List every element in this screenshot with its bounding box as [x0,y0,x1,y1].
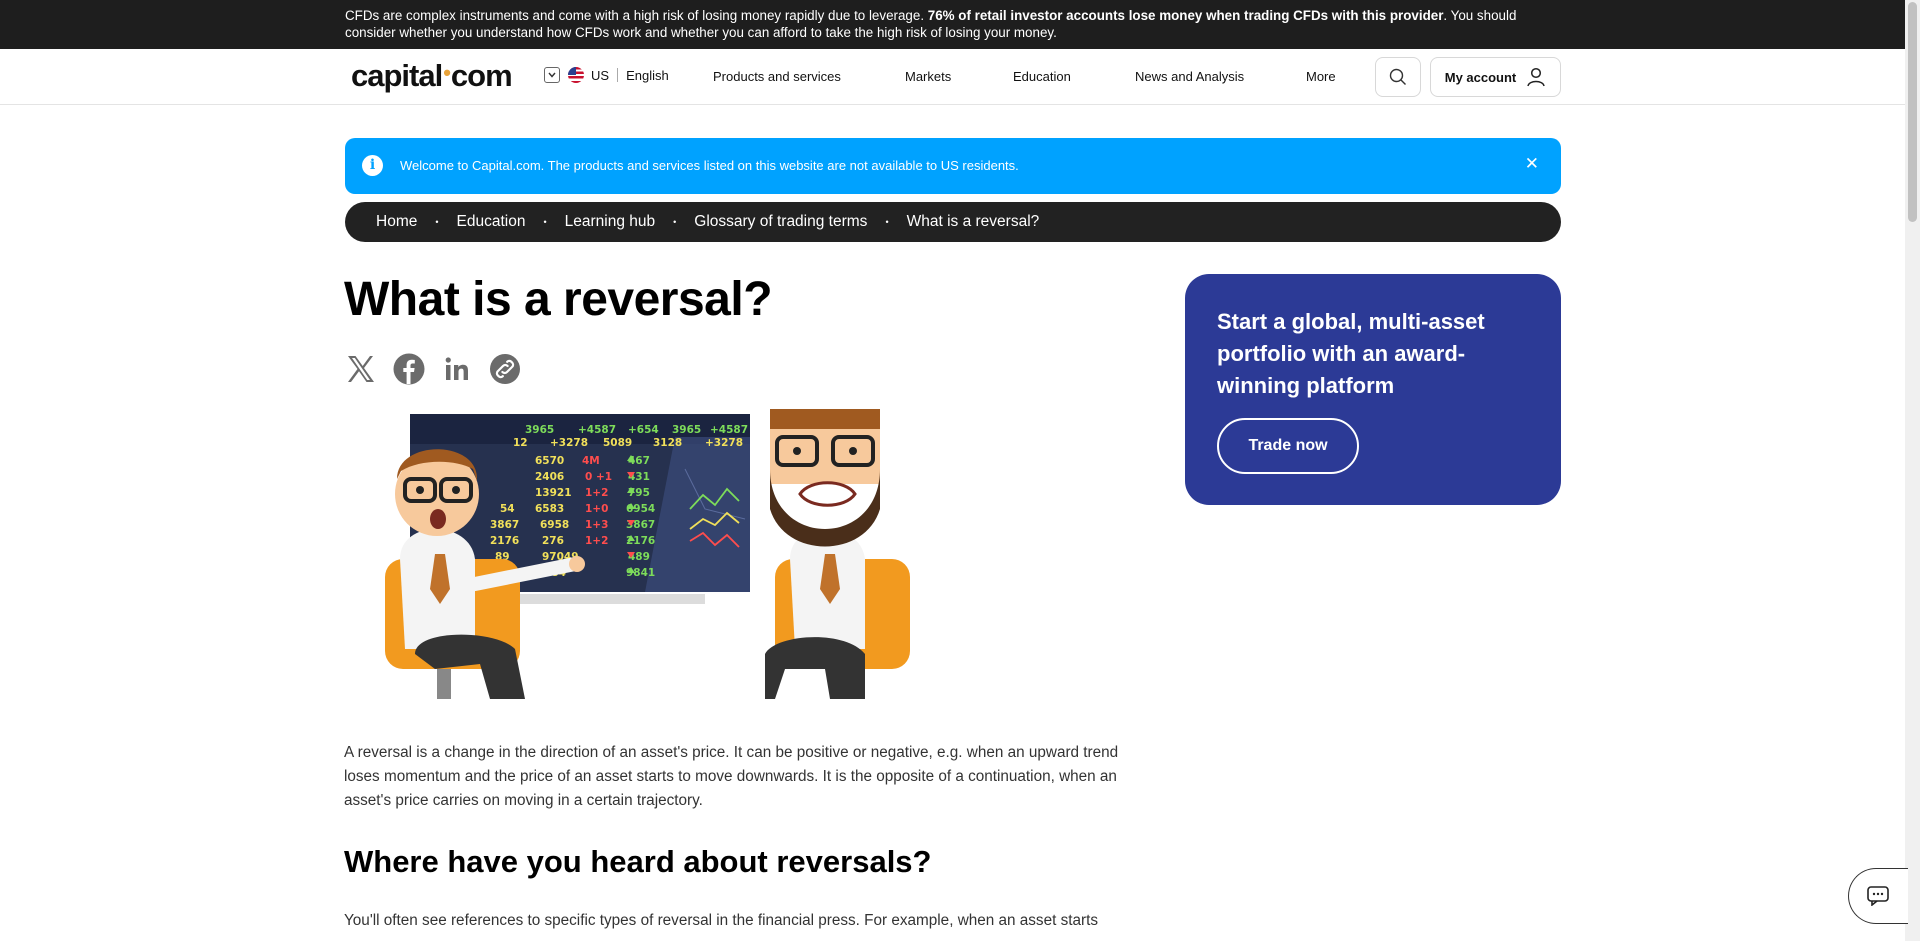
svg-text:12: 12 [513,437,528,449]
svg-text:1+3: 1+3 [585,519,608,531]
svg-text:+4587: +4587 [578,424,616,436]
right-character [765,409,910,699]
language-label: English [626,67,669,83]
scrollbar-thumb[interactable] [1908,2,1917,222]
svg-text:2176: 2176 [490,535,519,547]
chat-button[interactable] [1848,868,1908,924]
breadcrumb-separator: • [435,217,439,227]
breadcrumb-education[interactable]: Education [457,213,526,231]
breadcrumb-separator: • [543,217,547,227]
breadcrumb-separator: • [673,217,677,227]
nav-education[interactable]: Education [1013,69,1071,84]
search-button[interactable] [1375,57,1421,97]
svg-text:1+2: 1+2 [585,487,608,499]
svg-text:1+0: 1+0 [585,503,608,515]
chat-icon [1867,886,1889,906]
svg-text:3128: 3128 [653,437,682,449]
site-header: capital•com US English Products and serv… [0,49,1905,105]
share-links [345,353,521,385]
breadcrumb-learning-hub[interactable]: Learning hub [565,213,656,231]
my-account-button[interactable]: My account [1430,57,1561,97]
svg-text:+654: +654 [628,424,659,436]
divider [617,68,619,82]
svg-text:3965: 3965 [672,424,701,436]
nav-products-and-services[interactable]: Products and services [713,69,841,84]
svg-text:13921: 13921 [535,487,572,499]
my-account-label: My account [1444,69,1517,85]
promo-card: Start a global, multi-asset portfolio wi… [1185,274,1561,505]
us-residents-notice: i Welcome to Capital.com. The products a… [345,138,1561,194]
info-icon: i [362,155,383,176]
svg-text:6583: 6583 [535,503,564,515]
breadcrumb-glossary[interactable]: Glossary of trading terms [694,213,867,231]
trade-now-button[interactable]: Trade now [1217,418,1359,474]
svg-text:+3278: +3278 [705,437,743,449]
svg-text:6958: 6958 [540,519,569,531]
svg-text:4M: 4M [582,455,600,467]
region-label: US [591,67,610,83]
user-icon [1527,67,1545,87]
risk-warning-text: CFDs are complex instruments and come wi… [345,8,1517,40]
promo-title: Start a global, multi-asset portfolio wi… [1217,309,1485,398]
breadcrumb-current: What is a reversal? [906,213,1040,230]
capital-com-logo[interactable]: capital•com [351,58,513,94]
svg-text:3867: 3867 [490,519,519,531]
svg-text:54: 54 [500,503,515,515]
nav-news-and-analysis[interactable]: News and Analysis [1135,69,1244,84]
search-icon [1389,68,1406,85]
nav-markets[interactable]: Markets [905,69,951,84]
svg-text:+4587: +4587 [710,424,748,436]
svg-text:5089: 5089 [603,437,632,449]
svg-text:2406: 2406 [535,471,564,483]
notice-text: Welcome to Capital.com. The products and… [400,158,1019,173]
us-flag-icon [568,67,584,83]
svg-text:0 +1: 0 +1 [585,471,612,483]
svg-text:276: 276 [542,535,564,547]
page-scrollbar[interactable] [1905,0,1920,941]
nav-more[interactable]: More [1306,69,1336,84]
breadcrumb-home[interactable]: Home [376,213,417,231]
breadcrumb-separator: • [885,217,889,227]
svg-text:6570: 6570 [535,455,564,467]
body-paragraph: You'll often see references to specific … [344,912,1098,929]
chevron-down-icon [544,67,560,83]
risk-warning-banner: CFDs are complex instruments and come wi… [0,0,1905,49]
close-icon[interactable]: ✕ [1525,154,1539,174]
facebook-icon[interactable] [393,353,425,385]
copy-link-icon[interactable] [489,353,521,385]
svg-text:1+2: 1+2 [585,535,608,547]
reversal-illustration: 3965 +4587 +654 3965 +4587 +3278 5089 31… [385,409,910,699]
section-heading: Where have you heard about reversals? [344,844,932,879]
svg-text:3965: 3965 [525,424,554,436]
intro-paragraph: A reversal is a change in the direction … [344,744,1119,809]
region-language-selector[interactable]: US English [544,67,669,83]
linkedin-icon[interactable] [441,353,473,385]
svg-text:+3278: +3278 [550,437,588,449]
x-icon[interactable] [345,353,377,385]
breadcrumb: Home • Education • Learning hub • Glossa… [345,202,1561,242]
page-title: What is a reversal? [344,273,773,326]
